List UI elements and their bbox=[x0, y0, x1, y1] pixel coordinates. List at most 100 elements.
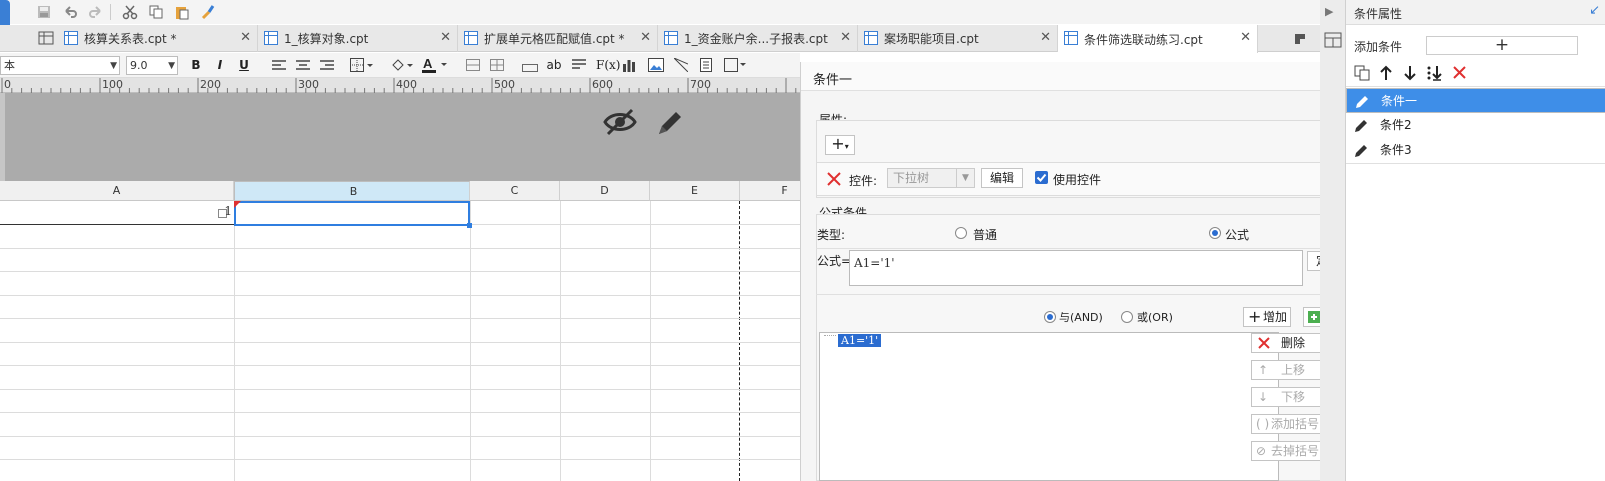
add-property-button[interactable]: +▾ bbox=[825, 135, 855, 155]
align-left-icon[interactable] bbox=[272, 60, 286, 75]
undo-icon[interactable] bbox=[60, 2, 80, 22]
add-condition-button[interactable]: + 增加 bbox=[1243, 307, 1291, 327]
format-brush-icon[interactable] bbox=[198, 2, 218, 22]
chart-icon[interactable] bbox=[622, 58, 636, 75]
border-icon[interactable] bbox=[350, 58, 374, 75]
control-type-select[interactable]: 下拉树 ▼ bbox=[887, 168, 975, 188]
type-normal-label: 普通 bbox=[973, 228, 998, 242]
bold-button[interactable]: B bbox=[187, 56, 205, 75]
save-icon[interactable] bbox=[34, 2, 54, 22]
tab-file-1[interactable]: 核算关系表.cpt * ✕ bbox=[58, 25, 258, 52]
wrap-text-icon[interactable] bbox=[572, 59, 586, 74]
split-cells-icon[interactable] bbox=[490, 59, 504, 74]
type-label: 类型: bbox=[817, 228, 846, 242]
fill-color-icon[interactable] bbox=[390, 57, 414, 76]
condition-item-2[interactable]: 条件2 bbox=[1346, 113, 1605, 138]
align-right-icon[interactable] bbox=[320, 60, 334, 75]
panel-title: 条件属性 bbox=[1354, 7, 1403, 21]
collapse-icon[interactable]: ↙ bbox=[1589, 3, 1600, 18]
formula-label: 公式= bbox=[817, 254, 852, 268]
tab-menu-icon[interactable] bbox=[1292, 31, 1308, 47]
move-to-bottom-icon[interactable] bbox=[1426, 65, 1444, 81]
close-icon[interactable]: ✕ bbox=[1040, 30, 1051, 45]
tab-file-2[interactable]: 1_核算对象.cpt ✕ bbox=[258, 25, 458, 52]
paste-icon[interactable] bbox=[172, 2, 192, 22]
fill-handle[interactable] bbox=[467, 223, 472, 228]
tab-file-4[interactable]: 1_资金账户余...子报表.cpt ✕ bbox=[658, 25, 858, 52]
text-button[interactable]: ab bbox=[545, 56, 563, 75]
column-header-c[interactable]: C bbox=[470, 181, 560, 201]
side-strip: ▶ bbox=[1320, 0, 1345, 481]
condition-item-3[interactable]: 条件3 bbox=[1346, 138, 1605, 163]
tab-file-6-active[interactable]: 条件筛选联动练习.cpt ✕ bbox=[1058, 25, 1258, 53]
delete-icon[interactable] bbox=[825, 170, 843, 188]
delete-condition-button[interactable]: 删除 bbox=[1251, 333, 1321, 353]
close-icon[interactable]: ✕ bbox=[240, 30, 251, 45]
grid-line bbox=[0, 412, 800, 413]
move-down-button[interactable]: ↓ 下移 bbox=[1251, 387, 1321, 407]
use-control-checkbox[interactable] bbox=[1035, 171, 1048, 184]
cell-a1[interactable]: 1 bbox=[0, 201, 234, 225]
delete-icon[interactable] bbox=[1452, 65, 1467, 80]
layout-icon[interactable] bbox=[1323, 30, 1343, 50]
font-size-select[interactable]: 9.0 ▼ bbox=[126, 56, 178, 75]
or-radio[interactable] bbox=[1121, 311, 1133, 323]
type-normal-radio[interactable] bbox=[955, 227, 967, 239]
sub-report-icon[interactable] bbox=[700, 58, 712, 75]
font-name-select[interactable]: 本 ▼ bbox=[0, 56, 120, 75]
formula-button[interactable]: F(x) bbox=[596, 56, 620, 75]
tab-label: 扩展单元格匹配赋值.cpt * bbox=[484, 32, 625, 46]
image-icon[interactable] bbox=[648, 58, 664, 75]
close-icon[interactable]: ✕ bbox=[640, 30, 651, 45]
condition-dialog: 条件一 属性: +▾ 控件: 下拉树 ▼ 编辑 使用控件 公式条件 类型: 普通… bbox=[800, 62, 1351, 481]
tab-file-3[interactable]: 扩展单元格匹配赋值.cpt * ✕ bbox=[458, 25, 658, 52]
align-center-icon[interactable] bbox=[296, 60, 310, 75]
divider bbox=[816, 294, 1334, 295]
close-icon[interactable]: ✕ bbox=[1240, 30, 1251, 45]
type-formula-radio[interactable] bbox=[1209, 227, 1221, 239]
move-up-button[interactable]: ↑ 上移 bbox=[1251, 360, 1321, 380]
diagonal-icon[interactable] bbox=[673, 57, 689, 75]
formula-input[interactable]: A1='1' bbox=[849, 250, 1303, 286]
spreadsheet-grid[interactable]: A B C D E F 1 bbox=[0, 181, 830, 481]
cell-b1-selected[interactable] bbox=[234, 201, 472, 228]
arrow-up-icon[interactable] bbox=[1380, 65, 1392, 81]
font-size-value: 9.0 bbox=[130, 59, 148, 72]
pencil-icon[interactable] bbox=[654, 107, 686, 139]
column-header-d[interactable]: D bbox=[560, 181, 650, 201]
copy-icon[interactable] bbox=[146, 2, 166, 22]
arrow-down-icon[interactable] bbox=[1404, 65, 1416, 81]
eye-slash-icon[interactable] bbox=[602, 107, 638, 137]
add-condition-button[interactable]: + bbox=[1426, 36, 1578, 55]
font-color-icon[interactable]: A bbox=[422, 56, 448, 77]
remove-bracket-button[interactable]: ⊘ 去掉括号 bbox=[1251, 441, 1321, 461]
column-header-b[interactable]: B bbox=[234, 181, 470, 201]
close-icon[interactable]: ✕ bbox=[840, 30, 851, 45]
collapse-arrow-icon[interactable]: ▶ bbox=[1325, 5, 1333, 18]
column-header-a[interactable]: A bbox=[0, 181, 234, 201]
and-radio[interactable] bbox=[1044, 311, 1056, 323]
copy-icon[interactable] bbox=[1354, 65, 1370, 81]
add-button-label: 增加 bbox=[1262, 310, 1287, 324]
close-icon[interactable]: ✕ bbox=[440, 30, 451, 45]
add-bracket-button[interactable]: ( ) 添加括号 bbox=[1251, 414, 1321, 434]
delete-icon bbox=[1258, 337, 1270, 349]
edit-control-button[interactable]: 编辑 bbox=[981, 168, 1023, 188]
add-bracket-label: 添加括号 bbox=[1270, 417, 1319, 431]
grid-line bbox=[650, 201, 651, 481]
condition-list[interactable]: A1='1' bbox=[819, 332, 1279, 481]
underline-button[interactable]: U bbox=[235, 56, 253, 75]
tab-label: 条件筛选联动练习.cpt bbox=[1084, 32, 1203, 47]
cut-icon[interactable] bbox=[120, 2, 140, 22]
condition-list-item[interactable]: A1='1' bbox=[838, 334, 882, 347]
condition-item-1[interactable]: 条件一 bbox=[1346, 88, 1605, 113]
merge-cells-icon[interactable] bbox=[466, 59, 480, 74]
tab-list-icon[interactable] bbox=[38, 30, 54, 46]
column-header-e[interactable]: E bbox=[650, 181, 740, 201]
tab-file-5[interactable]: 案场职能项目.cpt ✕ bbox=[858, 25, 1058, 52]
insert-link-icon[interactable] bbox=[522, 61, 538, 75]
italic-button[interactable]: I bbox=[211, 56, 229, 75]
more-icon[interactable] bbox=[724, 58, 746, 75]
redo-icon[interactable] bbox=[86, 2, 106, 22]
condition-item-label: 条件3 bbox=[1380, 143, 1412, 157]
